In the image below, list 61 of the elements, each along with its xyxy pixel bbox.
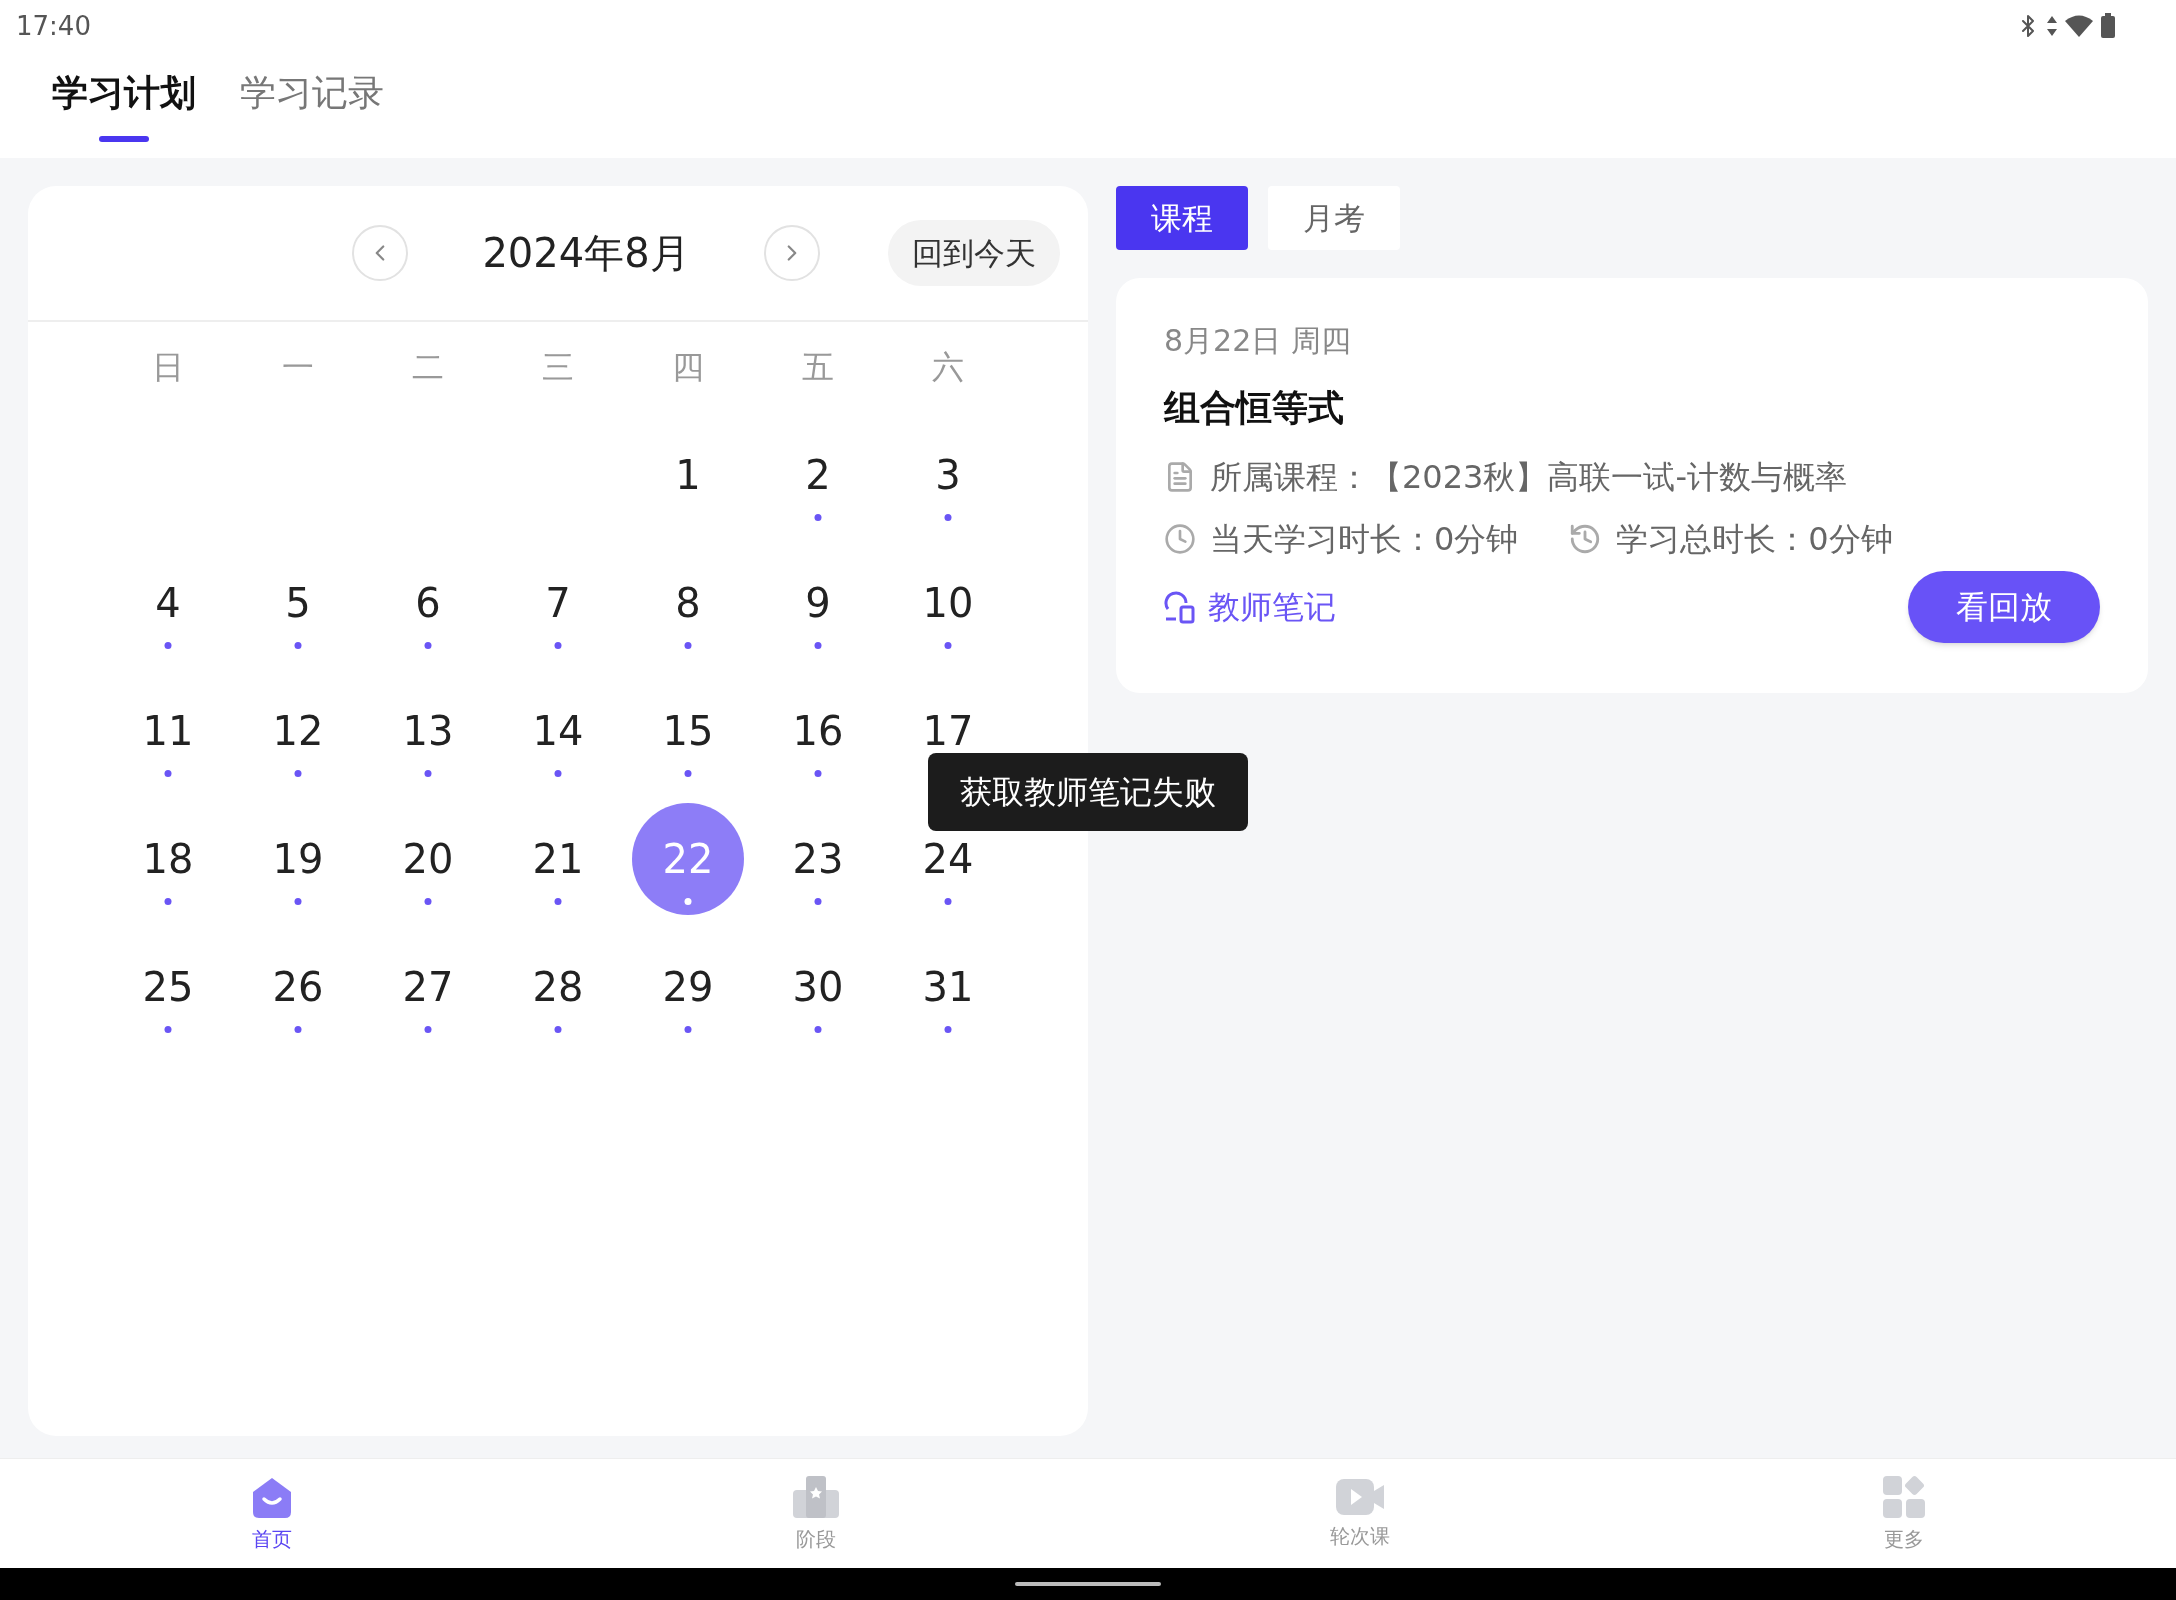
calendar-day[interactable]: 19 bbox=[242, 803, 354, 915]
total-study-time: 学习总时长：0分钟 bbox=[1616, 519, 1893, 560]
calendar-day[interactable]: 2 bbox=[762, 419, 874, 531]
calendar-day[interactable]: 3 bbox=[892, 419, 1004, 531]
podium-star-icon bbox=[791, 1473, 841, 1520]
calendar-day[interactable]: 16 bbox=[762, 675, 874, 787]
video-play-icon bbox=[1334, 1476, 1386, 1517]
top-tab[interactable]: 学习记录 bbox=[240, 66, 384, 142]
segment-tab[interactable]: 课程 bbox=[1116, 186, 1248, 250]
calendar-day[interactable]: 11 bbox=[112, 675, 224, 787]
wifi-icon bbox=[2064, 14, 2094, 38]
data-arrows-icon bbox=[2046, 14, 2058, 38]
weekday-label: 六 bbox=[931, 347, 965, 388]
weekday-label: 五 bbox=[801, 347, 835, 388]
grid-icon bbox=[1881, 1473, 1927, 1520]
lesson-title: 组合恒等式 bbox=[1164, 386, 1345, 430]
weekday-label: 日 bbox=[151, 347, 185, 388]
calendar-day[interactable]: 6 bbox=[372, 547, 484, 659]
today-study-time: 当天学习时长：0分钟 bbox=[1210, 519, 1519, 560]
teacher-notes-link[interactable]: 教师笔记 bbox=[1208, 583, 1336, 631]
calendar-day[interactable]: 4 bbox=[112, 547, 224, 659]
weekday-label: 二 bbox=[411, 347, 445, 388]
calendar-day[interactable]: 20 bbox=[372, 803, 484, 915]
calendar-day[interactable]: 8 bbox=[632, 547, 744, 659]
calendar-day[interactable]: 7 bbox=[502, 547, 614, 659]
back-to-today-button[interactable]: 回到今天 bbox=[888, 220, 1060, 286]
calendar-day[interactable]: 10 bbox=[892, 547, 1004, 659]
weekday-label: 三 bbox=[541, 347, 575, 388]
month-title: 2024年8月 bbox=[481, 229, 691, 278]
calendar-day[interactable]: 5 bbox=[242, 547, 354, 659]
calendar-day[interactable]: 28 bbox=[502, 931, 614, 1043]
clock-icon bbox=[1164, 523, 1196, 555]
calendar-day[interactable]: 1 bbox=[632, 419, 744, 531]
calendar-day[interactable]: 21 bbox=[502, 803, 614, 915]
weekday-label: 四 bbox=[671, 347, 705, 388]
status-time: 17:40 bbox=[16, 9, 91, 43]
segment-tab[interactable]: 月考 bbox=[1268, 186, 1400, 250]
calendar-day[interactable]: 27 bbox=[372, 931, 484, 1043]
calendar-day[interactable]: 12 bbox=[242, 675, 354, 787]
calendar-day[interactable]: 26 bbox=[242, 931, 354, 1043]
weekday-label: 一 bbox=[281, 347, 315, 388]
toast: 获取教师笔记失败 bbox=[928, 753, 1248, 831]
calendar-day[interactable]: 9 bbox=[762, 547, 874, 659]
calendar-day[interactable]: 30 bbox=[762, 931, 874, 1043]
battery-icon bbox=[2100, 13, 2116, 39]
calendar-day[interactable]: 13 bbox=[372, 675, 484, 787]
bottom-nav-item[interactable]: 首页 bbox=[0, 1459, 544, 1568]
course-name: 所属课程：【2023秋】高联一试-计数与概率 bbox=[1210, 457, 1847, 498]
notes-icon bbox=[1164, 589, 1196, 625]
calendar-day[interactable]: 25 bbox=[112, 931, 224, 1043]
calendar-day[interactable]: 14 bbox=[502, 675, 614, 787]
calendar-day[interactable]: 18 bbox=[112, 803, 224, 915]
calendar-day[interactable]: 23 bbox=[762, 803, 874, 915]
top-tab[interactable]: 学习计划 bbox=[52, 66, 196, 142]
previous-month-button[interactable] bbox=[352, 225, 408, 281]
lesson-date: 8月22日 周四 bbox=[1164, 322, 1352, 360]
calendar-day[interactable]: 29 bbox=[632, 931, 744, 1043]
next-month-button[interactable] bbox=[764, 225, 820, 281]
replay-button[interactable]: 看回放 bbox=[1908, 571, 2100, 643]
calendar-day[interactable]: 31 bbox=[892, 931, 1004, 1043]
calendar-day[interactable]: 15 bbox=[632, 675, 744, 787]
